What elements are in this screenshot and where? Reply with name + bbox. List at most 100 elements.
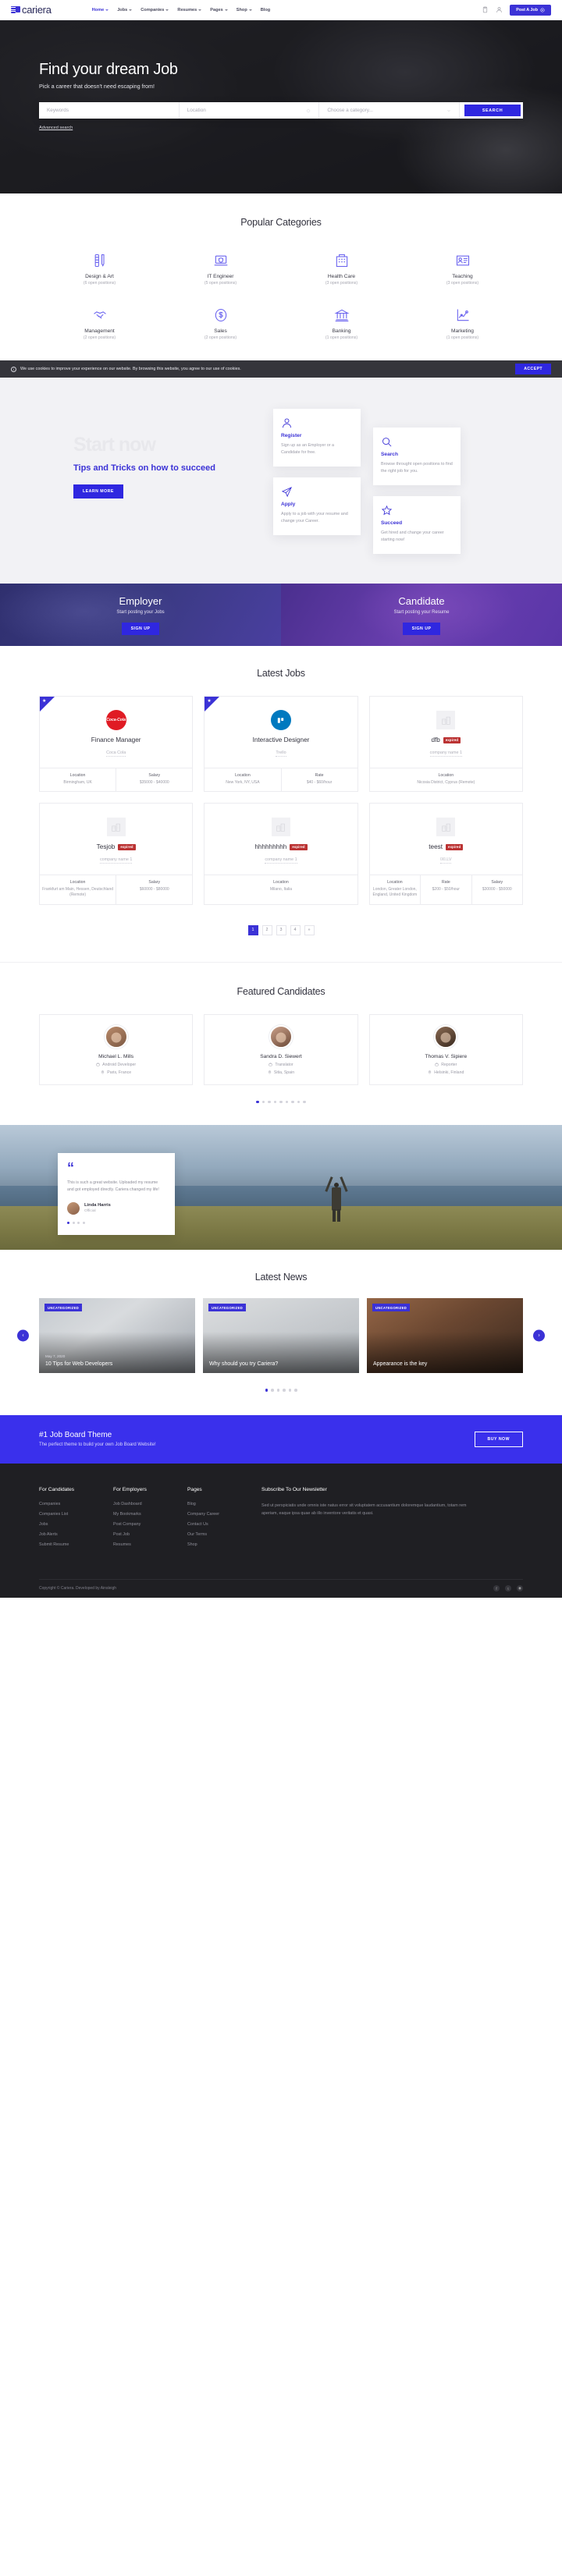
feature-card-succeed[interactable]: Succeed Get hired and change your career…	[373, 496, 461, 554]
nav-item-jobs[interactable]: Jobs	[117, 8, 133, 12]
footer-link[interactable]: Post Job	[113, 1532, 187, 1537]
page-2-button[interactable]: 2	[261, 924, 272, 935]
footer-link[interactable]: Our Terms	[187, 1532, 261, 1537]
twitter-icon[interactable]: t	[505, 1585, 511, 1591]
news-card[interactable]: UNCATEGORIZED May 7, 2020 10 Tips for We…	[39, 1298, 195, 1373]
candidate-card[interactable]: Thomas V. Sipiere Reporter Helsinki, Fin…	[368, 1013, 523, 1085]
job-company[interactable]: company name 1	[99, 857, 133, 864]
nav-item-companies[interactable]: Companies	[140, 8, 169, 12]
footer-link[interactable]: Shop	[187, 1542, 261, 1547]
page-3-button[interactable]: 3	[276, 924, 286, 935]
footer-link[interactable]: Companies List	[39, 1512, 113, 1517]
logo[interactable]: cariera	[11, 4, 52, 16]
footer-link[interactable]: Job Dashboard	[113, 1502, 187, 1506]
candidate-card[interactable]: Sandra D. Siewert Translator Sitia, Spai…	[204, 1013, 358, 1085]
banner-employer[interactable]: Employer Start posting your Jobs SIGN UP	[0, 584, 281, 646]
carousel-dot[interactable]	[294, 1389, 297, 1392]
feature-card-register[interactable]: Register Sign up as an Employer or a Can…	[273, 409, 361, 467]
job-card[interactable]: dfb expired company name 1 Location Nicos…	[368, 696, 523, 792]
news-tag[interactable]: UNCATEGORIZED	[372, 1304, 411, 1311]
banner-candidate[interactable]: Candidate Start posting your Resume SIGN…	[281, 584, 562, 646]
category-design-art[interactable]: Design & Art (6 open positions)	[39, 251, 160, 286]
nav-item-shop[interactable]: Shop	[237, 8, 252, 12]
candidate-signup-button[interactable]: SIGN UP	[402, 622, 441, 635]
carousel-dot[interactable]	[273, 1100, 277, 1103]
job-card[interactable]: Tesjob expired company name 1 Location Fr…	[39, 803, 194, 905]
page-1-button[interactable]: 1	[247, 924, 258, 935]
job-card[interactable]: teest expired IXI.LV Location London, Gre…	[368, 803, 523, 905]
carousel-dot[interactable]	[291, 1100, 294, 1103]
instagram-icon[interactable]: ◉	[517, 1585, 523, 1591]
news-card[interactable]: UNCATEGORIZED Appearance is the key	[367, 1298, 523, 1373]
job-company[interactable]: company name 1	[429, 750, 462, 757]
footer-link[interactable]: Post Company	[113, 1522, 187, 1527]
category-marketing[interactable]: Marketing (1 open positions)	[402, 306, 523, 340]
carousel-dot[interactable]	[288, 1389, 291, 1392]
carousel-dot[interactable]	[77, 1221, 80, 1224]
carousel-dot[interactable]	[265, 1389, 268, 1392]
page-4-button[interactable]: 4	[290, 924, 301, 935]
category-management[interactable]: Management (2 open positions)	[39, 306, 160, 340]
category-health-care[interactable]: Health Care (3 open positions)	[281, 251, 402, 286]
carousel-dot[interactable]	[268, 1100, 271, 1103]
category-sales[interactable]: Sales (2 open positions)	[160, 306, 281, 340]
category-teaching[interactable]: Teaching (3 open positions)	[402, 251, 523, 286]
footer-link[interactable]: Company Career	[187, 1512, 261, 1517]
carousel-dot[interactable]	[271, 1389, 274, 1392]
search-button[interactable]: SEARCH	[464, 105, 521, 116]
carousel-dot[interactable]	[261, 1100, 265, 1103]
nav-item-resumes[interactable]: Resumes	[177, 8, 202, 12]
carousel-dot[interactable]	[276, 1389, 279, 1392]
learn-more-button[interactable]: LEARN MORE	[73, 484, 123, 499]
keywords-input[interactable]: Keywords	[39, 102, 180, 119]
user-icon[interactable]	[496, 6, 503, 13]
news-card[interactable]: UNCATEGORIZED Why should you try Cariera…	[203, 1298, 359, 1373]
carousel-dot[interactable]	[67, 1221, 69, 1224]
job-card[interactable]: ★ Interactive Designer Trello Location Ne…	[204, 696, 358, 792]
advanced-search-link[interactable]: Advanced search	[39, 126, 73, 130]
carousel-dot[interactable]	[297, 1100, 301, 1103]
nav-item-blog[interactable]: Blog	[261, 8, 270, 12]
job-company[interactable]: company name 1	[265, 857, 297, 864]
news-next-button[interactable]: ›	[533, 1329, 545, 1342]
location-input[interactable]: Location	[180, 102, 320, 119]
carousel-dot[interactable]	[279, 1100, 283, 1103]
category-banking[interactable]: Banking (1 open positions)	[281, 306, 402, 340]
footer-link[interactable]: Companies	[39, 1502, 113, 1506]
footer-link[interactable]: Blog	[187, 1502, 261, 1506]
category-select[interactable]: Choose a category...	[319, 102, 461, 119]
news-tag[interactable]: UNCATEGORIZED	[208, 1304, 247, 1311]
job-company[interactable]: Trello	[276, 750, 286, 757]
job-company[interactable]: IXI.LV	[440, 857, 452, 864]
footer-link[interactable]: Submit Resume	[39, 1542, 113, 1547]
job-company[interactable]: Coca Cola	[106, 750, 126, 757]
carousel-dot[interactable]	[72, 1221, 75, 1224]
carousel-dot[interactable]	[283, 1389, 286, 1392]
facebook-icon[interactable]: f	[493, 1585, 500, 1591]
footer-link[interactable]: Jobs	[39, 1522, 113, 1527]
feature-card-apply[interactable]: Apply Apply to a job with your resume an…	[273, 477, 361, 535]
category-it-engineer[interactable]: IT Engineer (5 open positions)	[160, 251, 281, 286]
cookie-accept-button[interactable]: ACCEPT	[515, 364, 551, 374]
feature-card-search[interactable]: Search Browse throught open positions to…	[373, 428, 461, 485]
footer-link[interactable]: Resumes	[113, 1542, 187, 1547]
footer-link[interactable]: My Bookmarks	[113, 1512, 187, 1517]
job-card[interactable]: hhhhhhhhh expired company name 1 Locatio…	[204, 803, 358, 905]
nav-item-home[interactable]: Home	[92, 8, 109, 12]
carousel-dot[interactable]	[82, 1221, 85, 1224]
buy-now-button[interactable]: BUY NOW	[474, 1431, 523, 1447]
carousel-dot[interactable]	[285, 1100, 289, 1103]
carousel-dot[interactable]	[303, 1100, 306, 1103]
page-next-button[interactable]: »	[304, 924, 315, 935]
clipboard-icon[interactable]	[482, 6, 489, 13]
candidate-card[interactable]: Michael L. Mills Android Developer Paris…	[39, 1013, 194, 1085]
footer-link[interactable]: Job Alerts	[39, 1532, 113, 1537]
news-prev-button[interactable]: ‹	[17, 1329, 29, 1342]
nav-item-pages[interactable]: Pages	[210, 8, 228, 12]
employer-signup-button[interactable]: SIGN UP	[121, 622, 160, 635]
footer-link[interactable]: Contact Us	[187, 1522, 261, 1527]
news-tag[interactable]: UNCATEGORIZED	[44, 1304, 83, 1311]
carousel-dot[interactable]	[256, 1100, 259, 1103]
job-card[interactable]: ★ Coca-Cola Finance Manager Coca Cola Lo…	[39, 696, 194, 792]
post-a-job-button[interactable]: Post A Job	[510, 4, 551, 16]
